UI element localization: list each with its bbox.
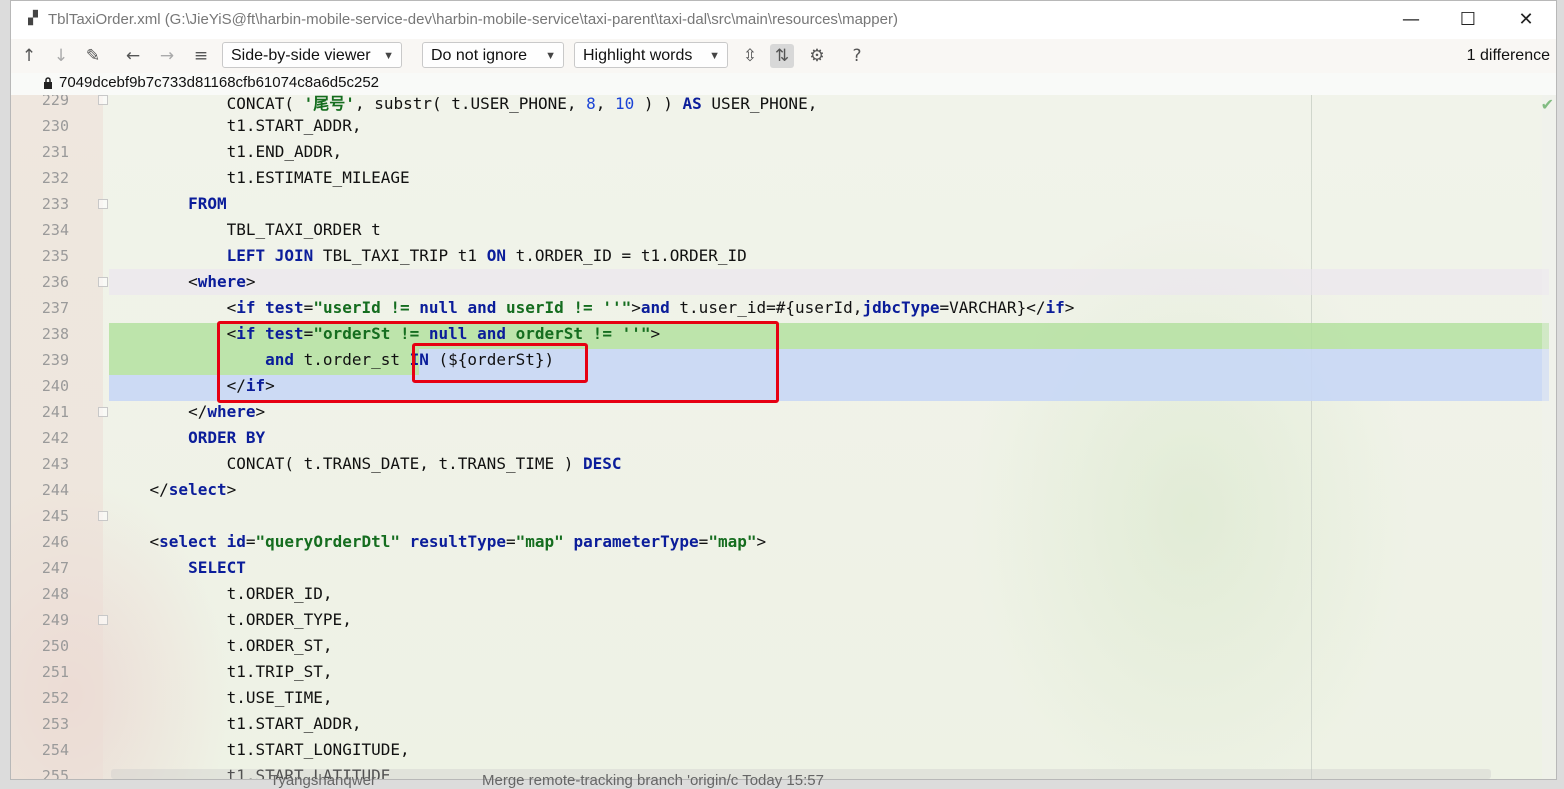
fold-marker-icon[interactable] — [98, 615, 108, 625]
revision-hash: 7049dcebf9b7c733d81168cfb61074c8a6d5c252 — [59, 74, 380, 91]
help-icon[interactable]: ? — [845, 44, 869, 68]
line-number: 244 — [41, 481, 69, 499]
line-number: 233 — [41, 195, 69, 213]
next-diff-icon[interactable]: ↓ — [49, 44, 73, 68]
line-number: 248 — [41, 585, 69, 603]
list-icon[interactable]: ≡ — [189, 44, 213, 68]
whitespace-select[interactable]: Do not ignore ▼ — [422, 42, 564, 68]
line-number: 232 — [41, 169, 69, 187]
line-number: 250 — [41, 637, 69, 655]
code-line[interactable]: SELECT — [111, 558, 246, 577]
diff-toolbar: ↑ ↓ ✎ ← → ≡ Side-by-side viewer ▼ Do not… — [11, 39, 1556, 73]
chevron-down-icon: ▼ — [383, 50, 394, 62]
collapse-icon[interactable]: ⇳ — [738, 44, 762, 68]
code-line[interactable]: t1.START_LONGITUDE, — [111, 740, 410, 759]
line-number: 237 — [41, 299, 69, 317]
code-line[interactable]: <if test="userId != null and userId != '… — [111, 298, 1075, 317]
settings-icon[interactable]: ⚙ — [805, 44, 829, 68]
code-line[interactable]: CONCAT( t.TRANS_DATE, t.TRANS_TIME ) DES… — [111, 454, 622, 473]
minimize-button[interactable]: — — [1391, 5, 1431, 35]
line-number: 239 — [41, 351, 69, 369]
line-number: 247 — [41, 559, 69, 577]
annotation-box-in-clause — [412, 343, 588, 383]
line-number: 246 — [41, 533, 69, 551]
title-bar: ▗▘ TblTaxiOrder.xml (G:\JieYiS@ft\harbin… — [11, 1, 1556, 39]
code-line[interactable]: LEFT JOIN TBL_TAXI_TRIP t1 ON t.ORDER_ID… — [111, 246, 747, 265]
code-line[interactable]: ORDER BY — [111, 428, 265, 447]
code-line[interactable]: </where> — [111, 402, 265, 421]
right-margin-guide — [1311, 95, 1312, 779]
highlight-label: Highlight words — [583, 47, 693, 64]
code-line[interactable]: t1.END_ADDR, — [111, 142, 343, 161]
background-commit-author: Tyangshanqwer — [270, 772, 376, 789]
line-number: 238 — [41, 325, 69, 343]
sync-scroll-icon[interactable]: ⇅ — [770, 44, 794, 68]
line-number: 234 — [41, 221, 69, 239]
code-line[interactable]: <where> — [111, 272, 255, 291]
code-line[interactable]: t1.START_ADDR, — [111, 714, 362, 733]
line-number: 249 — [41, 611, 69, 629]
line-number: 245 — [41, 507, 69, 525]
viewer-mode-select[interactable]: Side-by-side viewer ▼ — [222, 42, 402, 68]
prev-diff-icon[interactable]: ↑ — [17, 44, 41, 68]
window-title: TblTaxiOrder.xml (G:\JieYiS@ft\harbin-mo… — [48, 11, 898, 28]
code-line[interactable]: TBL_TAXI_ORDER t — [111, 220, 381, 239]
forward-icon[interactable]: → — [155, 44, 179, 68]
code-line[interactable]: t.ORDER_TYPE, — [111, 610, 352, 629]
vertical-scrollbar[interactable] — [1542, 95, 1556, 779]
changed-region-highlight — [109, 269, 1549, 295]
edit-icon[interactable]: ✎ — [81, 44, 105, 68]
code-line[interactable]: t.ORDER_ST, — [111, 636, 333, 655]
line-number: 251 — [41, 663, 69, 681]
fold-marker-icon[interactable] — [98, 407, 108, 417]
line-number: 241 — [41, 403, 69, 421]
code-line[interactable]: t.USE_TIME, — [111, 688, 333, 707]
line-number: 229 — [41, 95, 69, 109]
fold-marker-icon[interactable] — [98, 199, 108, 209]
code-line[interactable]: <select id="queryOrderDtl" resultType="m… — [111, 532, 767, 551]
line-number: 254 — [41, 741, 69, 759]
chevron-down-icon: ▼ — [545, 50, 556, 62]
code-editor[interactable]: 229 CONCAT( '尾号', substr( t.USER_PHONE, … — [11, 95, 1556, 779]
line-number: 252 — [41, 689, 69, 707]
line-number: 253 — [41, 715, 69, 733]
whitespace-label: Do not ignore — [431, 47, 528, 64]
highlight-select[interactable]: Highlight words ▼ — [574, 42, 728, 68]
code-line[interactable]: t1.ESTIMATE_MILEAGE — [111, 168, 410, 187]
line-number: 243 — [41, 455, 69, 473]
chevron-down-icon: ▼ — [709, 50, 720, 62]
line-number: 240 — [41, 377, 69, 395]
fold-marker-icon[interactable] — [98, 277, 108, 287]
code-line[interactable]: t.ORDER_ID, — [111, 584, 333, 603]
line-number: 255 — [41, 767, 69, 779]
code-line[interactable]: </select> — [111, 480, 237, 499]
background-commit-message: Merge remote-tracking branch 'origin/c T… — [482, 772, 824, 789]
difference-count: 1 difference — [1466, 47, 1550, 64]
viewer-mode-label: Side-by-side viewer — [231, 47, 371, 64]
code-line[interactable]: t1.TRIP_ST, — [111, 662, 333, 681]
maximize-button[interactable]: ☐ — [1448, 5, 1488, 35]
line-number: 242 — [41, 429, 69, 447]
close-button[interactable]: ✕ — [1506, 5, 1546, 35]
line-number: 235 — [41, 247, 69, 265]
diff-window: ▗▘ TblTaxiOrder.xml (G:\JieYiS@ft\harbin… — [10, 0, 1557, 780]
back-icon[interactable]: ← — [121, 44, 145, 68]
line-number: 231 — [41, 143, 69, 161]
line-number: 230 — [41, 117, 69, 135]
fold-marker-icon[interactable] — [98, 511, 108, 521]
revision-bar: 7049dcebf9b7c733d81168cfb61074c8a6d5c252 — [11, 73, 1556, 95]
code-line[interactable]: CONCAT( '尾号', substr( t.USER_PHONE, 8, 1… — [111, 95, 818, 114]
lock-icon — [44, 77, 52, 89]
code-line[interactable]: FROM — [111, 194, 227, 213]
app-icon: ▗▘ — [23, 11, 43, 26]
fold-marker-icon[interactable] — [98, 95, 108, 105]
line-number: 236 — [41, 273, 69, 291]
code-line[interactable]: t1.START_ADDR, — [111, 116, 362, 135]
